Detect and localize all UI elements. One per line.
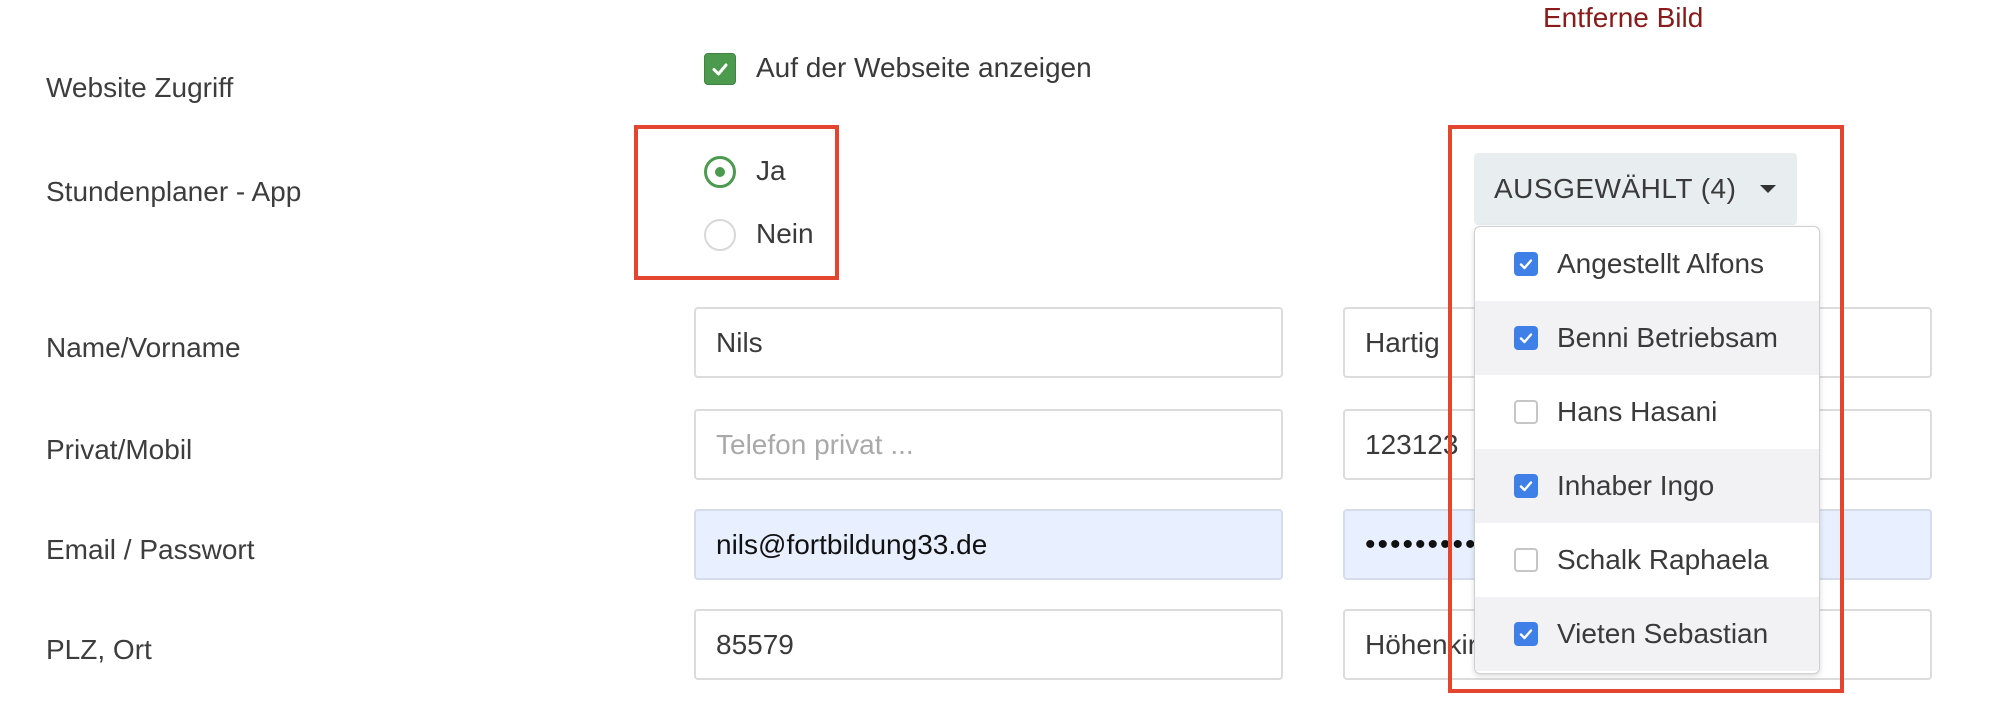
radio-highlight-box [634, 125, 839, 280]
show-on-website-label[interactable]: Auf der Webseite anzeigen [756, 52, 1092, 84]
label-website-access: Website Zugriff [46, 72, 234, 103]
show-on-website-checkbox[interactable] [704, 53, 736, 85]
checkmark-icon [712, 63, 728, 76]
first-name-input[interactable] [694, 307, 1283, 378]
radio-yes[interactable] [704, 156, 736, 188]
phone-private-input[interactable] [694, 409, 1283, 480]
label-phone: Privat/Mobil [46, 434, 193, 465]
radio-no[interactable] [704, 219, 736, 251]
radio-no-label[interactable]: Nein [756, 218, 814, 250]
zip-input[interactable] [694, 609, 1283, 680]
radio-yes-label[interactable]: Ja [756, 155, 786, 187]
label-email-password: Email / Passwort [46, 534, 255, 565]
label-zip-city: PLZ, Ort [46, 634, 152, 665]
remove-image-link[interactable]: Entferne Bild [1543, 2, 1703, 34]
dropdown-highlight-box [1448, 125, 1844, 693]
label-scheduler-app: Stundenplaner - App [46, 176, 302, 207]
email-input[interactable] [694, 509, 1283, 580]
label-name: Name/Vorname [46, 332, 241, 363]
employee-form: Entferne Bild Website Zugriff Stundenpla… [0, 0, 1992, 702]
